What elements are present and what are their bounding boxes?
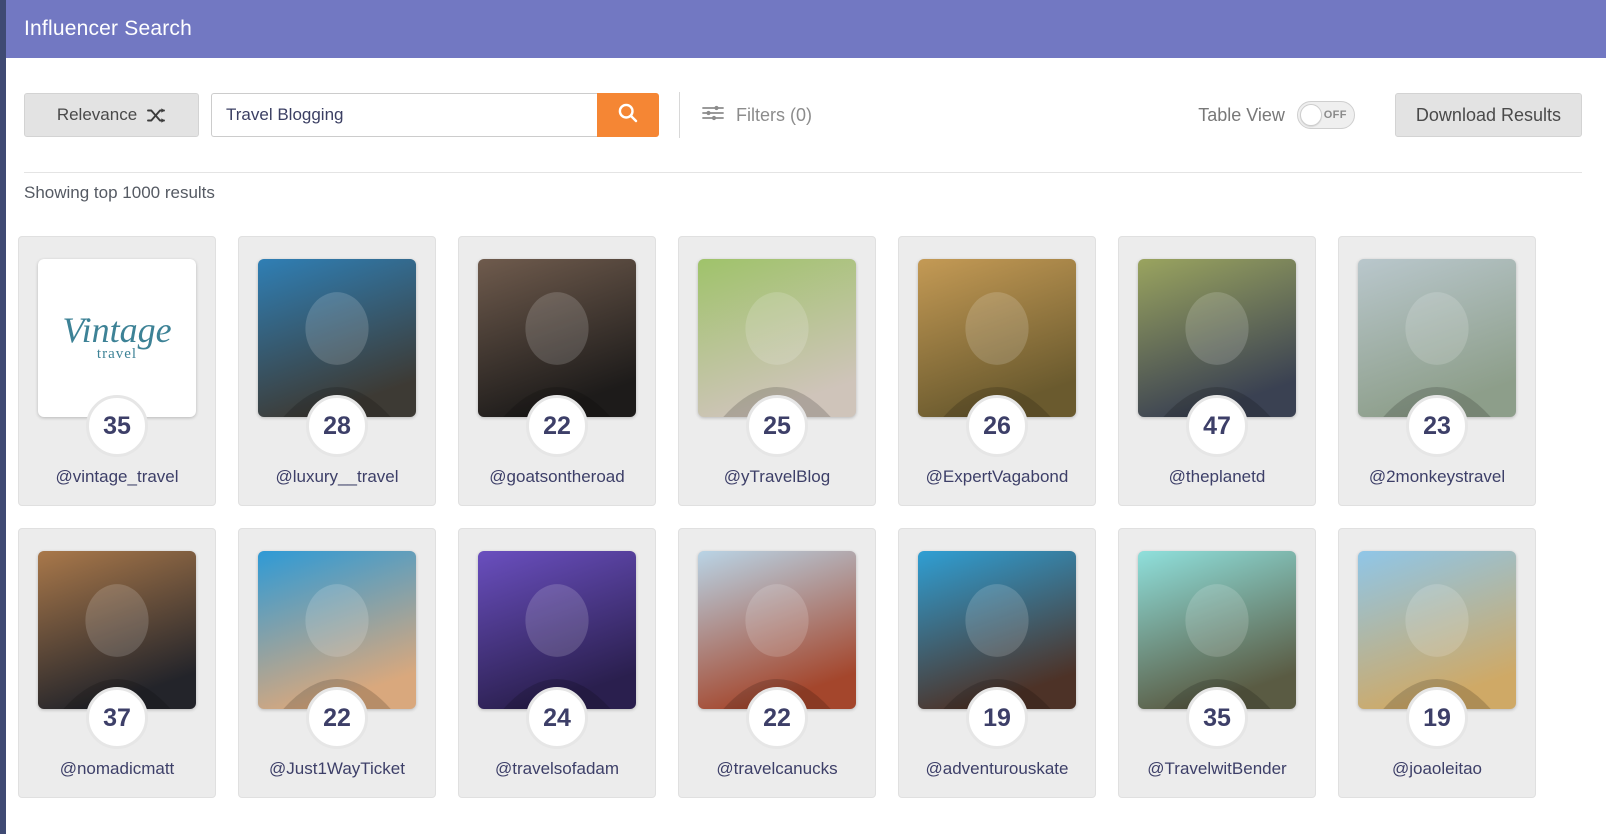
influencer-handle: @joaoleitao [1391, 759, 1483, 778]
profile-photo [698, 259, 856, 417]
avatar [918, 259, 1076, 417]
table-view-group: Table View OFF [1198, 101, 1355, 129]
left-accent-rail [0, 0, 6, 834]
table-view-toggle[interactable]: OFF [1296, 101, 1355, 129]
score-badge: 19 [1406, 687, 1468, 749]
influencer-handle: @yTravelBlog [723, 467, 831, 486]
avatar [478, 551, 636, 709]
score-badge: 23 [1406, 395, 1468, 457]
influencer-card[interactable]: 28 @luxury__travel [238, 236, 436, 506]
avatar [1358, 551, 1516, 709]
influencer-card[interactable]: 47 @theplanetd [1118, 236, 1316, 506]
profile-photo [1358, 259, 1516, 417]
table-view-label: Table View [1198, 104, 1285, 125]
toolbar-separator [24, 172, 1582, 173]
score-badge: 24 [526, 687, 588, 749]
brand-logo-subtitle: travel [96, 345, 138, 362]
score-badge: 22 [306, 687, 368, 749]
influencer-card[interactable]: 23 @2monkeystravel [1338, 236, 1536, 506]
filters-label: Filters (0) [736, 104, 812, 125]
influencer-handle: @travelcanucks [716, 759, 838, 778]
influencer-handle: @theplanetd [1168, 467, 1266, 486]
score-badge: 37 [86, 687, 148, 749]
avatar [918, 551, 1076, 709]
influencer-handle: @nomadicmatt [59, 759, 175, 778]
sort-relevance-button[interactable]: Relevance [24, 93, 199, 137]
shuffle-icon [147, 107, 166, 124]
avatar [698, 551, 856, 709]
search-input[interactable] [211, 93, 597, 137]
search-submit-button[interactable] [597, 93, 659, 137]
influencer-card[interactable]: 22 @goatsontheroad [458, 236, 656, 506]
brand-logo-word: Vintage [62, 310, 172, 351]
influencer-card[interactable]: 26 @ExpertVagabond [898, 236, 1096, 506]
download-results-button[interactable]: Download Results [1394, 93, 1582, 137]
avatar [258, 551, 416, 709]
avatar [698, 259, 856, 417]
influencer-handle: @travelsofadam [494, 759, 620, 778]
influencer-card[interactable]: 19 @joaoleitao [1338, 528, 1536, 798]
score-badge: 47 [1186, 395, 1248, 457]
influencer-handle: @luxury__travel [275, 467, 399, 486]
avatar: Vintage travel [38, 259, 196, 417]
influencer-card[interactable]: 35 @TravelwitBender [1118, 528, 1316, 798]
score-badge: 35 [86, 395, 148, 457]
influencer-card[interactable]: 24 @travelsofadam [458, 528, 656, 798]
results-count-text: Showing top 1000 results [24, 183, 215, 202]
avatar [478, 259, 636, 417]
search-toolbar: Relevance Travel Blogging Filters (0) Ta… [0, 58, 1606, 172]
score-badge: 22 [526, 395, 588, 457]
influencer-handle: @ExpertVagabond [925, 467, 1069, 486]
influencer-card-grid: Vintage travel 35 @vintage_travel 28 @luxury_… [18, 236, 1588, 798]
profile-photo [258, 551, 416, 709]
score-badge: 22 [746, 687, 808, 749]
toggle-state-label: OFF [1323, 109, 1347, 121]
app-header: Influencer Search [0, 0, 1606, 58]
avatar [38, 551, 196, 709]
avatar [1358, 259, 1516, 417]
influencer-card[interactable]: 22 @Just1WayTicket [238, 528, 436, 798]
search-icon [617, 102, 639, 129]
download-results-label: Download Results [1415, 104, 1561, 125]
influencer-handle: @adventurouskate [925, 759, 1069, 778]
profile-photo [1358, 551, 1516, 709]
profile-photo [918, 551, 1076, 709]
profile-photo [38, 551, 196, 709]
influencer-card[interactable]: 37 @nomadicmatt [18, 528, 216, 798]
search-field-group [211, 93, 659, 137]
influencer-handle: @TravelwitBender [1147, 759, 1287, 778]
brand-logo: Vintage travel [38, 259, 196, 417]
toolbar-divider [679, 92, 680, 138]
profile-photo [258, 259, 416, 417]
influencer-handle: @goatsontheroad [489, 467, 625, 486]
avatar [1138, 551, 1296, 709]
profile-photo [698, 551, 856, 709]
profile-photo [478, 551, 636, 709]
profile-photo [918, 259, 1076, 417]
avatar [258, 259, 416, 417]
sort-button-label: Relevance [56, 105, 138, 124]
score-badge: 19 [966, 687, 1028, 749]
profile-photo [478, 259, 636, 417]
profile-photo [1138, 551, 1296, 709]
influencer-card[interactable]: 19 @adventurouskate [898, 528, 1096, 798]
influencer-card[interactable]: 25 @yTravelBlog [678, 236, 876, 506]
influencer-handle: @2monkeystravel [1368, 467, 1506, 486]
sliders-icon [702, 104, 724, 127]
page-title: Influencer Search [24, 17, 192, 40]
score-badge: 35 [1186, 687, 1248, 749]
influencer-card[interactable]: Vintage travel 35 @vintage_travel [18, 236, 216, 506]
influencer-handle: @Just1WayTicket [269, 759, 405, 778]
score-badge: 26 [966, 395, 1028, 457]
avatar [1138, 259, 1296, 417]
score-badge: 25 [746, 395, 808, 457]
profile-photo [1138, 259, 1296, 417]
filters-button[interactable]: Filters (0) [702, 93, 812, 137]
influencer-handle: @vintage_travel [55, 467, 179, 486]
toggle-knob [1299, 104, 1322, 126]
score-badge: 28 [306, 395, 368, 457]
influencer-search-app: Influencer Search Relevance Travel Blogg… [0, 0, 1606, 834]
influencer-card[interactable]: 22 @travelcanucks [678, 528, 876, 798]
